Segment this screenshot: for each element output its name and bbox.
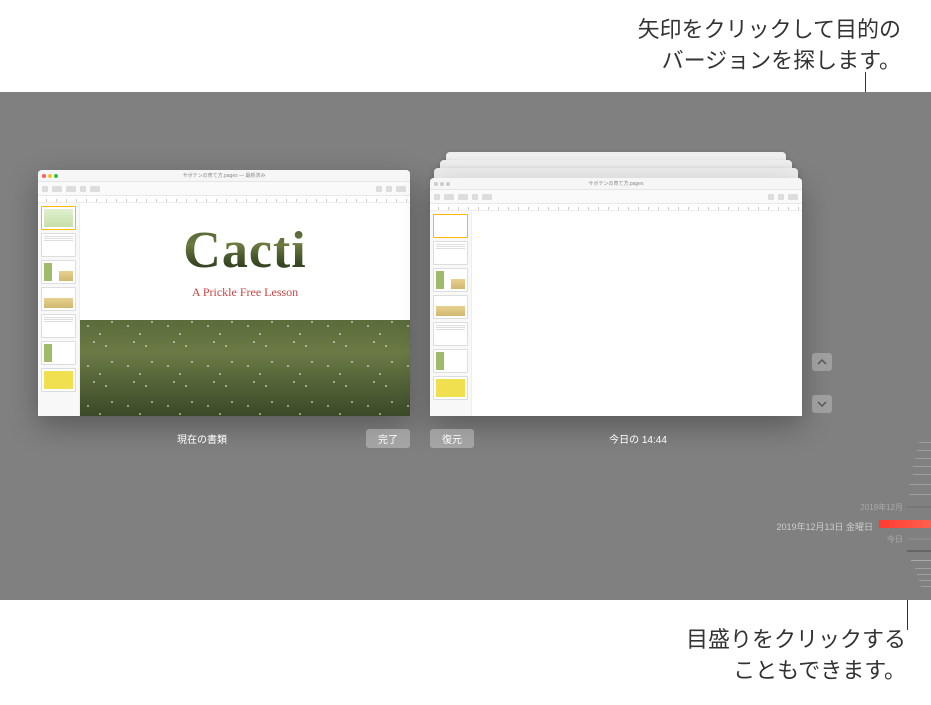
version-browser: サボテンの育て方.pages — 最新済み [0,92,931,600]
window-title: サボテンの育て方.pages [430,180,802,187]
current-label-row: 現在の書類 完了 [38,428,410,448]
page-thumbnail[interactable] [433,241,468,265]
page-thumbnail[interactable] [41,287,76,311]
document-body: Cacti A Prickle Free Lesson [38,203,410,416]
annotation-bottom: 目盛りをクリックする こともできます。 [686,625,906,687]
titlebar: サボテンの育て方.pages [430,178,802,190]
current-document-label: 現在の書類 [38,431,366,446]
toolbar-item[interactable] [66,186,76,192]
toolbar-item [472,194,478,200]
ruler [38,196,410,203]
page-thumbnail[interactable] [433,349,468,373]
ruler [430,204,802,211]
timeline-tick[interactable] [915,458,931,459]
page-thumbnail[interactable] [41,233,76,257]
timeline-tick[interactable] [911,560,931,561]
page-thumbnail[interactable] [41,341,76,365]
restore-button[interactable]: 復元 [430,429,474,448]
toolbar-item [444,194,454,200]
page-canvas: Cacti A Prickle Free Lesson [80,203,410,416]
thumbnail-panel [38,203,80,416]
titlebar: サボテンの育て方.pages — 最新済み [38,170,410,182]
toolbar-item[interactable] [386,186,392,192]
window-title: サボテンの育て方.pages — 最新済み [38,172,410,179]
timeline-month-tick[interactable] [907,506,931,508]
page-thumbnail[interactable] [41,314,76,338]
timeline-tick[interactable] [917,450,931,451]
toolbar-item[interactable] [52,186,62,192]
timeline-tick[interactable] [907,550,931,552]
annotation-top-line1: 矢印をクリックして目的の [638,17,901,42]
toolbar-item [434,194,440,200]
toolbar-item[interactable] [376,186,382,192]
page-thumbnail[interactable] [433,295,468,319]
toolbar [38,182,410,196]
page-thumbnail[interactable] [433,376,468,400]
current-document-window: サボテンの育て方.pages — 最新済み [38,170,410,416]
page-canvas [472,211,802,416]
annotation-bottom-line1: 目盛りをクリックする [686,627,906,652]
annotation-top-line2: バージョンを探します。 [662,48,901,73]
version-timeline[interactable]: 2019年12月 2019年12月13日 金曜日 今日 [875,442,931,592]
toolbar-item [458,194,468,200]
timeline-today-tick[interactable] [909,538,931,540]
toolbar-item[interactable] [396,186,406,192]
thumbnail-panel [430,211,472,416]
done-button[interactable]: 完了 [366,429,410,448]
next-version-arrow[interactable] [812,395,832,413]
toolbar-item [768,194,774,200]
page-thumbnail[interactable] [433,322,468,346]
toolbar-item[interactable] [42,186,48,192]
toolbar-item [482,194,492,200]
previous-label-row: 復元 今日の 14:44 [430,428,802,448]
chevron-down-icon [817,399,827,409]
page-thumbnail[interactable] [41,206,76,230]
annotation-bottom-line2: こともできます。 [733,658,906,683]
timeline-month-label: 2019年12月 [860,502,903,513]
timeline-tick[interactable] [919,580,931,581]
page-thumbnail[interactable] [41,260,76,284]
timeline-selected-date: 2019年12月13日 金曜日 [776,520,873,533]
timeline-tick[interactable] [915,568,931,569]
toolbar-item[interactable] [80,186,86,192]
chevron-up-icon [817,357,827,367]
timeline-tick[interactable] [913,474,931,475]
timeline-tick[interactable] [909,494,931,495]
document-body [430,211,802,416]
document-subheading: A Prickle Free Lesson [80,285,410,300]
toolbar [430,190,802,204]
timeline-tick[interactable] [917,574,931,575]
document-heading: Cacti [80,221,410,280]
previous-version-arrow[interactable] [812,353,832,371]
toolbar-item [788,194,798,200]
page-thumbnail[interactable] [41,368,76,392]
timeline-tick[interactable] [919,442,931,443]
cactus-image [80,314,410,416]
timeline-tick[interactable] [909,484,931,485]
timeline-tick[interactable] [921,586,931,587]
version-timestamp-label: 今日の 14:44 [474,431,802,446]
previous-document-window[interactable]: サボテンの育て方.pages [430,178,802,416]
page-thumbnail[interactable] [433,214,468,238]
toolbar-item [778,194,784,200]
timeline-today-label: 今日 [887,534,903,545]
page-thumbnail[interactable] [433,268,468,292]
annotation-top: 矢印をクリックして目的の バージョンを探します。 [638,15,901,77]
timeline-selected-tick[interactable] [879,520,931,528]
timeline-tick[interactable] [913,466,931,467]
toolbar-item[interactable] [90,186,100,192]
